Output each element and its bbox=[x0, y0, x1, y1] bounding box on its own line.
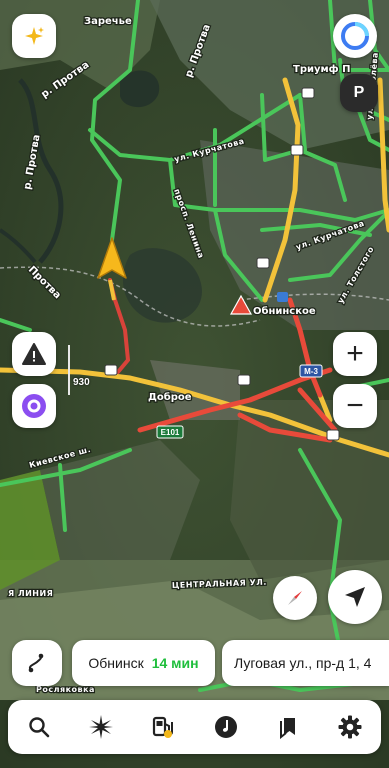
route-options-button[interactable] bbox=[12, 640, 62, 686]
scale-bar bbox=[68, 345, 70, 395]
place-label: Доброе bbox=[148, 391, 192, 403]
search-button[interactable] bbox=[17, 705, 61, 749]
place-label: Росляковка bbox=[36, 685, 95, 694]
address-pill[interactable]: Луговая ул., пр-д 1, 4 bbox=[222, 640, 389, 686]
fuel-button[interactable] bbox=[141, 705, 185, 749]
my-location-button[interactable] bbox=[328, 570, 382, 624]
destination-pill[interactable]: Обнинск 14 мин bbox=[72, 640, 215, 686]
svg-text:E101: E101 bbox=[161, 428, 180, 437]
music-icon bbox=[214, 716, 237, 738]
ai-chat-icon bbox=[89, 715, 114, 739]
settings-icon bbox=[338, 715, 362, 739]
music-button[interactable] bbox=[204, 705, 248, 749]
alice-button[interactable] bbox=[333, 14, 377, 58]
compass-icon bbox=[288, 591, 302, 605]
ai-chat-button[interactable] bbox=[79, 705, 123, 749]
route-icon bbox=[28, 653, 44, 673]
minus-icon: − bbox=[346, 389, 364, 422]
street-label: Я ЛИНИЯ bbox=[8, 589, 53, 598]
poi-label: Триумф П bbox=[293, 63, 350, 75]
search-icon bbox=[29, 717, 50, 738]
parking-icon: P bbox=[353, 84, 365, 101]
alice-voice-button[interactable] bbox=[12, 384, 56, 428]
eta-label: 14 мин bbox=[151, 655, 199, 671]
bookmarks-button[interactable] bbox=[266, 705, 310, 749]
compass-button[interactable] bbox=[273, 576, 317, 620]
fuel-icon bbox=[153, 716, 174, 738]
alice-icon bbox=[22, 394, 46, 418]
svg-text:М-3: М-3 bbox=[304, 367, 318, 376]
city-label: Обнинское bbox=[253, 305, 316, 317]
bottom-toolbar bbox=[8, 700, 381, 754]
settings-button[interactable] bbox=[328, 705, 372, 749]
report-incident-button[interactable] bbox=[12, 332, 56, 376]
plus-icon: + bbox=[346, 337, 364, 370]
scale-label: 930 bbox=[73, 377, 90, 388]
road-shield: М-3 bbox=[299, 364, 323, 378]
warning-icon bbox=[22, 343, 46, 365]
zoom-out-button[interactable]: − bbox=[333, 384, 377, 428]
destination-city: Обнинск bbox=[88, 655, 144, 671]
zoom-in-button[interactable]: + bbox=[333, 332, 377, 376]
address-label: Луговая ул., пр-д 1, 4 bbox=[234, 655, 372, 671]
place-label: Заречье bbox=[84, 16, 132, 27]
bookmarks-icon bbox=[279, 718, 295, 739]
road-shield: E101 bbox=[156, 425, 184, 439]
sparkle-icon bbox=[25, 27, 44, 45]
navigation-arrow-icon bbox=[345, 587, 365, 607]
alice-icon bbox=[341, 22, 369, 50]
parking-button[interactable]: P bbox=[340, 74, 378, 112]
ai-assistant-button[interactable] bbox=[12, 14, 56, 58]
